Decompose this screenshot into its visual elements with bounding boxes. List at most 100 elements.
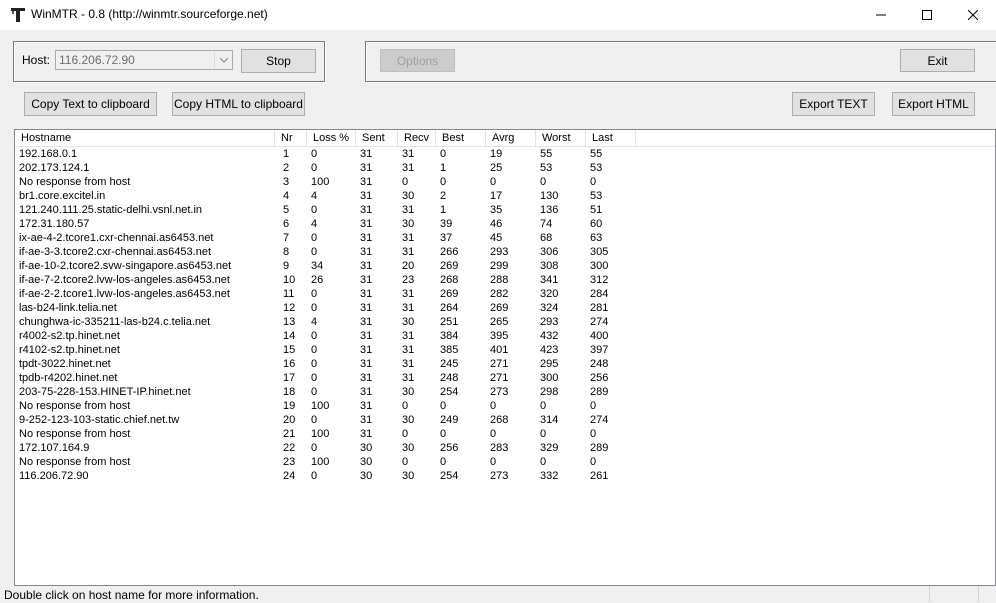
- results-table[interactable]: Hostname Nr Loss % Sent Recv Best Avrg W…: [14, 129, 996, 586]
- cell-avrg: 271: [490, 358, 509, 370]
- status-pane-divider: [978, 586, 979, 602]
- table-row[interactable]: 192.168.0.1 1 0 31 31 0 19 55 55: [15, 147, 995, 161]
- cell-recv: 31: [402, 344, 415, 356]
- cell-nr: 20: [283, 414, 296, 426]
- cell-recv: 30: [402, 190, 415, 202]
- cell-loss: 0: [311, 442, 318, 454]
- exit-button[interactable]: Exit: [900, 49, 975, 72]
- cell-hostname[interactable]: 9-252-123-103-static.chief.net.tw: [15, 413, 179, 427]
- cell-hostname[interactable]: if-ae-7-2.tcore2.lvw-los-angeles.as6453.…: [15, 273, 230, 287]
- export-html-button[interactable]: Export HTML: [892, 92, 975, 116]
- cell-recv: 31: [402, 148, 415, 160]
- cell-hostname[interactable]: ix-ae-4-2.tcore1.cxr-chennai.as6453.net: [15, 231, 213, 245]
- column-header-worst[interactable]: Worst: [536, 130, 586, 146]
- table-row[interactable]: No response from host 19 100 31 0 0 0 0 0: [15, 399, 995, 413]
- table-row[interactable]: 202.173.124.1 2 0 31 31 1 25 53 53: [15, 161, 995, 175]
- cell-hostname[interactable]: No response from host: [15, 175, 130, 189]
- table-row[interactable]: chunghwa-ic-335211-las-b24.c.telia.net 13…: [15, 315, 995, 329]
- column-header-best[interactable]: Best: [436, 130, 486, 146]
- cell-last: 305: [590, 246, 609, 258]
- cell-hostname[interactable]: No response from host: [15, 427, 130, 441]
- column-header-loss[interactable]: Loss %: [307, 130, 356, 146]
- cell-loss: 100: [311, 428, 330, 440]
- column-header-sent[interactable]: Sent: [356, 130, 398, 146]
- cell-hostname[interactable]: 172.107.164.9: [15, 441, 89, 455]
- table-row[interactable]: tpdb-r4202.hinet.net 17 0 31 31 248 271 300 256: [15, 371, 995, 385]
- minimize-icon[interactable]: [858, 0, 904, 30]
- cell-loss: 100: [311, 176, 330, 188]
- table-row[interactable]: 172.31.180.57 6 4 31 30 39 46 74 60: [15, 217, 995, 231]
- column-header-last[interactable]: Last: [586, 130, 636, 146]
- table-row[interactable]: br1.core.excitel.in 4 4 31 30 2 17 130 53: [15, 189, 995, 203]
- cell-hostname[interactable]: chunghwa-ic-335211-las-b24.c.telia.net: [15, 315, 210, 329]
- cell-best: 0: [440, 456, 447, 468]
- cell-hostname[interactable]: br1.core.excitel.in: [15, 189, 105, 203]
- options-button[interactable]: Options: [380, 49, 455, 72]
- table-row[interactable]: 121.240.111.25.static-delhi.vsnl.net.in 5…: [15, 203, 995, 217]
- cell-hostname[interactable]: 203-75-228-153.HINET-IP.hinet.net: [15, 385, 191, 399]
- cell-hostname[interactable]: 172.31.180.57: [15, 217, 89, 231]
- cell-best: 264: [440, 302, 459, 314]
- cell-avrg: 283: [490, 442, 509, 454]
- cell-last: 55: [590, 148, 603, 160]
- stop-button[interactable]: Stop: [241, 49, 316, 73]
- cell-last: 400: [590, 330, 609, 342]
- column-header-recv[interactable]: Recv: [398, 130, 436, 146]
- host-value[interactable]: 116.206.72.90: [59, 53, 135, 67]
- maximize-icon[interactable]: [904, 0, 950, 30]
- cell-hostname[interactable]: 202.173.124.1: [15, 161, 89, 175]
- table-row[interactable]: if-ae-10-2.tcore2.svw-singapore.as6453.n…: [15, 259, 995, 273]
- table-row[interactable]: ix-ae-4-2.tcore1.cxr-chennai.as6453.net 7…: [15, 231, 995, 245]
- column-header-hostname[interactable]: Hostname: [15, 130, 275, 146]
- table-row[interactable]: 116.206.72.90 24 0 30 30 254 273 332 261: [15, 469, 995, 483]
- cell-hostname[interactable]: las-b24-link.telia.net: [15, 301, 117, 315]
- cell-worst: 341: [540, 274, 559, 286]
- table-row[interactable]: 172.107.164.9 22 0 30 30 256 283 329 289: [15, 441, 995, 455]
- cell-loss: 0: [311, 302, 318, 314]
- cell-hostname[interactable]: 121.240.111.25.static-delhi.vsnl.net.in: [15, 203, 202, 217]
- close-icon[interactable]: [950, 0, 996, 30]
- table-row[interactable]: if-ae-7-2.tcore2.lvw-los-angeles.as6453.…: [15, 273, 995, 287]
- table-row[interactable]: No response from host 21 100 31 0 0 0 0 0: [15, 427, 995, 441]
- cell-hostname[interactable]: No response from host: [15, 455, 130, 469]
- table-row[interactable]: las-b24-link.telia.net 12 0 31 31 264 269 324 28…: [15, 301, 995, 315]
- cell-hostname[interactable]: if-ae-2-2.tcore1.lvw-los-angeles.as6453.…: [15, 287, 230, 301]
- cell-hostname[interactable]: 116.206.72.90: [15, 469, 89, 483]
- cell-hostname[interactable]: r4002-s2.tp.hinet.net: [15, 329, 120, 343]
- cell-last: 51: [590, 204, 603, 216]
- chevron-down-icon[interactable]: [214, 51, 232, 69]
- cell-hostname[interactable]: tpdt-3022.hinet.net: [15, 357, 111, 371]
- cell-last: 0: [590, 400, 597, 412]
- cell-avrg: 17: [490, 190, 503, 202]
- column-header-avrg[interactable]: Avrg: [486, 130, 536, 146]
- copy-text-button[interactable]: Copy Text to clipboard: [24, 92, 157, 116]
- cell-hostname[interactable]: No response from host: [15, 399, 130, 413]
- table-row[interactable]: r4002-s2.tp.hinet.net 14 0 31 31 384 395 432 400: [15, 329, 995, 343]
- cell-hostname[interactable]: if-ae-10-2.tcore2.svw-singapore.as6453.n…: [15, 259, 231, 273]
- table-row[interactable]: 9-252-123-103-static.chief.net.tw 20 0 31 30…: [15, 413, 995, 427]
- cell-best: 384: [440, 330, 459, 342]
- cell-loss: 100: [311, 456, 330, 468]
- cell-hostname[interactable]: 192.168.0.1: [15, 147, 77, 161]
- cell-avrg: 271: [490, 372, 509, 384]
- cell-hostname[interactable]: r4102-s2.tp.hinet.net: [15, 343, 120, 357]
- cell-loss: 34: [311, 260, 324, 272]
- table-row[interactable]: tpdt-3022.hinet.net 16 0 31 31 245 271 295 248: [15, 357, 995, 371]
- table-row[interactable]: if-ae-3-3.tcore2.cxr-chennai.as6453.net 8…: [15, 245, 995, 259]
- cell-worst: 0: [540, 176, 547, 188]
- cell-nr: 18: [283, 386, 296, 398]
- cell-hostname[interactable]: tpdb-r4202.hinet.net: [15, 371, 117, 385]
- cell-nr: 7: [283, 232, 290, 244]
- table-row[interactable]: if-ae-2-2.tcore1.lvw-los-angeles.as6453.…: [15, 287, 995, 301]
- column-header-nr[interactable]: Nr: [275, 130, 307, 146]
- table-row[interactable]: 203-75-228-153.HINET-IP.hinet.net 18 0 31 30…: [15, 385, 995, 399]
- host-combobox[interactable]: 116.206.72.90: [55, 50, 233, 70]
- cell-sent: 30: [360, 470, 373, 482]
- table-row[interactable]: No response from host 23 100 30 0 0 0 0 0: [15, 455, 995, 469]
- table-row[interactable]: No response from host 3 100 31 0 0 0 0 0: [15, 175, 995, 189]
- table-row[interactable]: r4102-s2.tp.hinet.net 15 0 31 31 385 401 423 397: [15, 343, 995, 357]
- cell-hostname[interactable]: if-ae-3-3.tcore2.cxr-chennai.as6453.net: [15, 245, 211, 259]
- export-text-button[interactable]: Export TEXT: [792, 92, 875, 116]
- table-header: Hostname Nr Loss % Sent Recv Best Avrg W…: [15, 130, 995, 147]
- copy-html-button[interactable]: Copy HTML to clipboard: [172, 92, 305, 116]
